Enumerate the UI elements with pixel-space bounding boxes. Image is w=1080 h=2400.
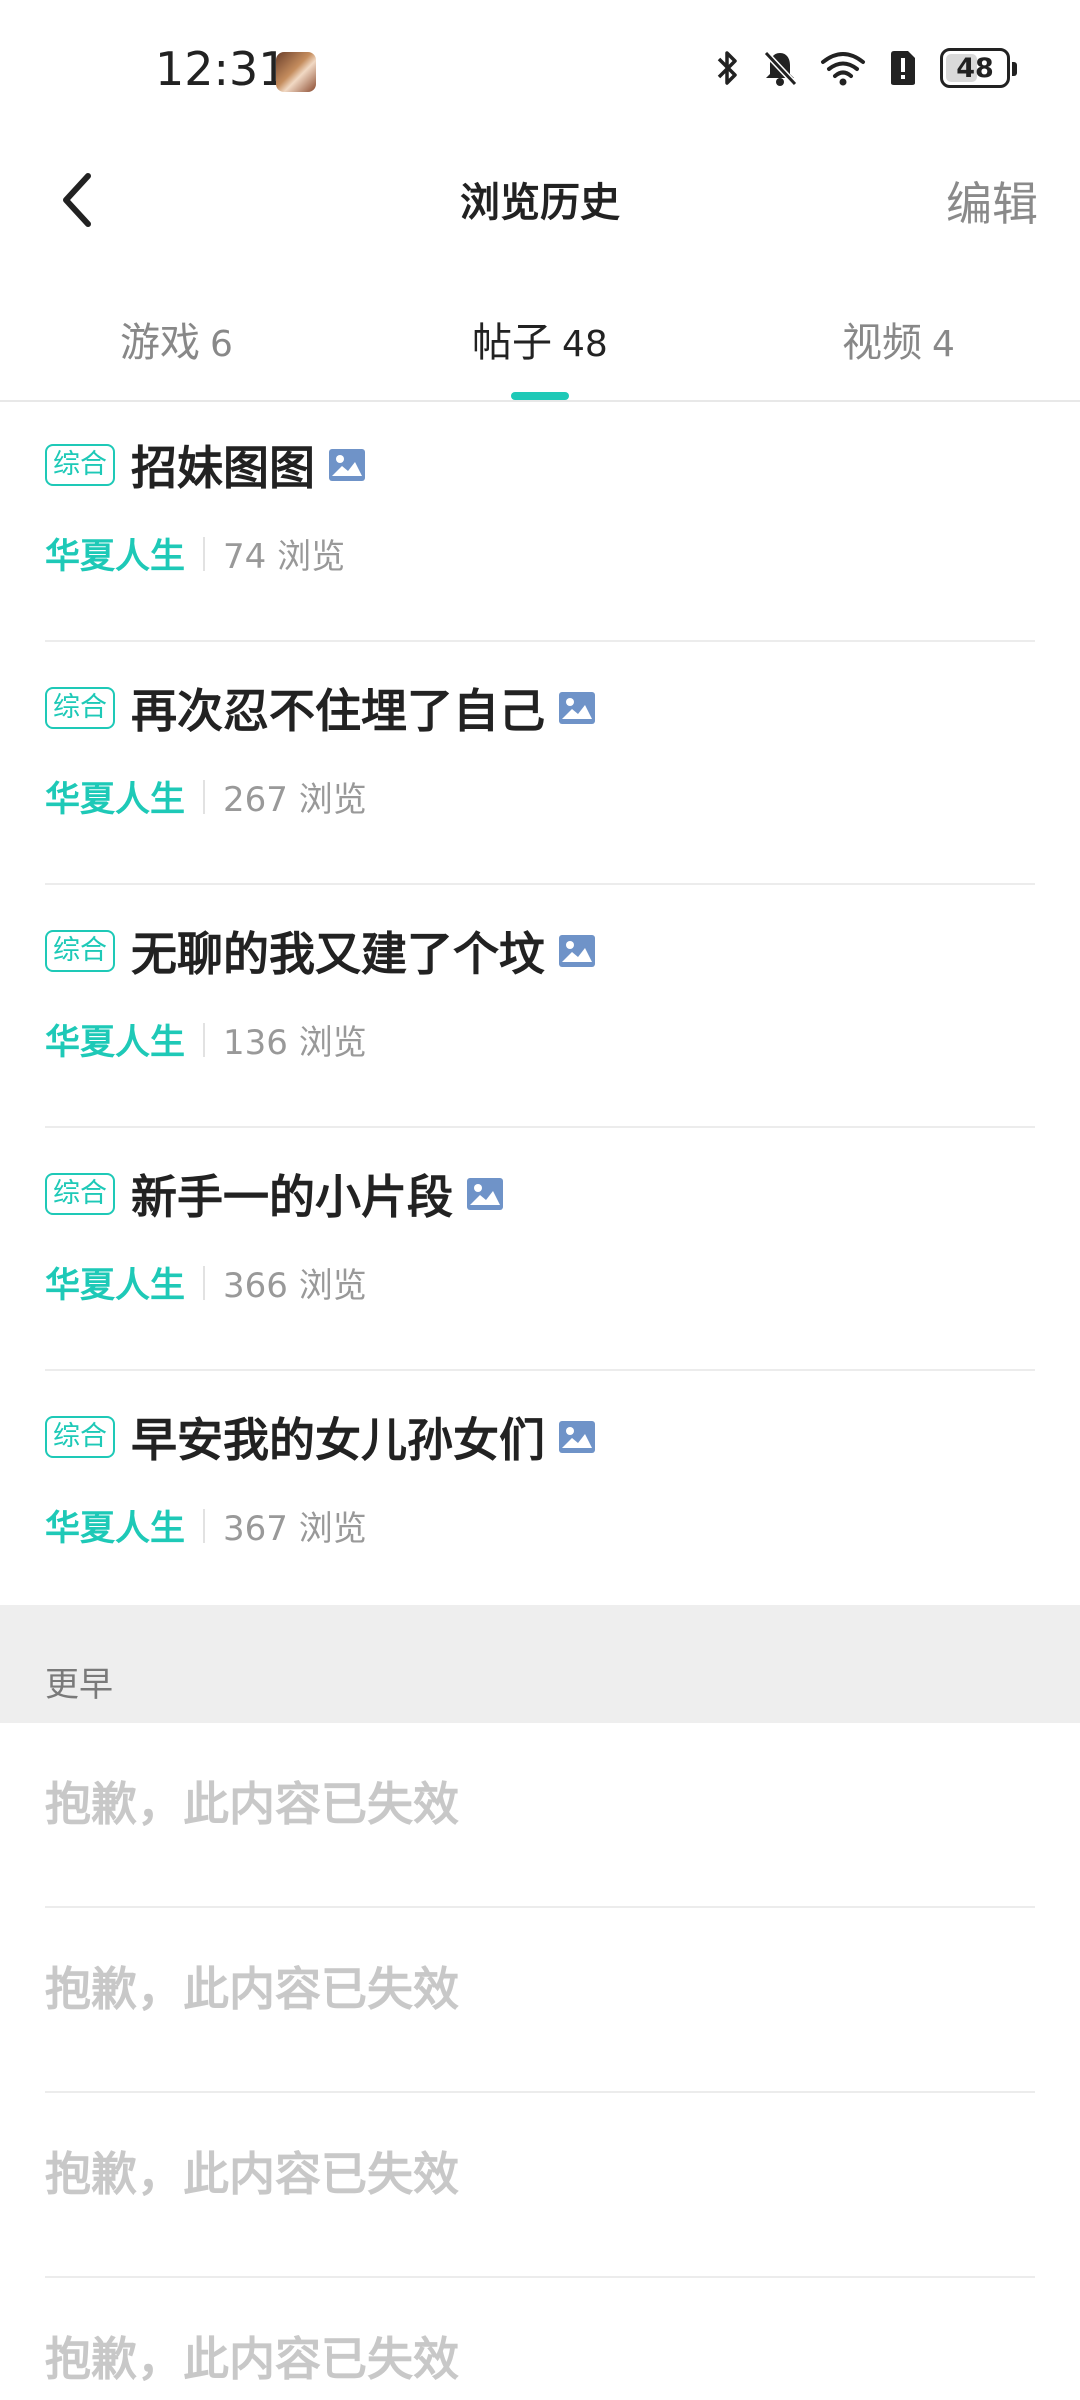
invalid-list-item[interactable]: 抱歉，此内容已失效 <box>45 1908 1035 2093</box>
tab-videos[interactable]: 视频 4 <box>842 310 955 368</box>
post-title: 新手一的小片段 <box>131 1170 453 1224</box>
image-icon <box>329 449 365 481</box>
post-title: 招妹图图 <box>131 441 315 495</box>
category-tag: 综合 <box>45 930 115 972</box>
image-icon <box>559 1421 595 1453</box>
section-header-earlier: 更早 <box>0 1605 1080 1723</box>
active-tab-indicator <box>511 392 569 400</box>
category-tag: 综合 <box>45 1173 115 1215</box>
list-item[interactable]: 综合 无聊的我又建了个坟 华夏人生 136 浏览 <box>45 886 1035 1128</box>
post-title: 再次忍不住埋了自己 <box>131 684 545 738</box>
tab-count: 48 <box>562 324 608 365</box>
invalid-content-text: 抱歉，此内容已失效 <box>45 2332 459 2386</box>
list-item[interactable]: 综合 再次忍不住埋了自己 华夏人生 267 浏览 <box>45 643 1035 885</box>
post-meta: 华夏人生 367 浏览 <box>45 1500 367 1551</box>
author-name[interactable]: 华夏人生 <box>45 1257 185 1308</box>
section-label: 更早 <box>45 1665 113 1705</box>
list-item[interactable]: 综合 招妹图图 华夏人生 74 浏览 <box>45 400 1035 642</box>
bell-off-icon <box>763 50 798 87</box>
browsing-history-screen: 12:31 48 浏览历史 编辑 游戏 6 帖子 48 视频 4 综合 招妹图图… <box>0 0 1080 2400</box>
post-title-row: 综合 招妹图图 <box>45 432 365 498</box>
status-icons: 48 <box>716 48 1017 88</box>
invalid-list-item[interactable]: 抱歉，此内容已失效 <box>45 1723 1035 1908</box>
history-tabs: 游戏 6 帖子 48 视频 4 <box>0 280 1080 402</box>
post-title: 早安我的女儿孙女们 <box>131 1413 545 1467</box>
status-time: 12:31 <box>155 42 288 96</box>
post-meta: 华夏人生 366 浏览 <box>45 1257 367 1308</box>
category-tag: 综合 <box>45 687 115 729</box>
divider <box>203 536 206 571</box>
divider <box>203 1022 206 1057</box>
invalid-content-text: 抱歉，此内容已失效 <box>45 2147 459 2201</box>
sim-alert-icon <box>891 51 915 85</box>
post-meta: 华夏人生 74 浏览 <box>45 528 345 579</box>
post-title-row: 综合 再次忍不住埋了自己 <box>45 675 595 741</box>
tab-games[interactable]: 游戏 6 <box>120 310 233 368</box>
divider <box>203 1265 206 1300</box>
view-count: 367 浏览 <box>223 1509 367 1549</box>
view-count: 267 浏览 <box>223 780 367 820</box>
post-title-row: 综合 新手一的小片段 <box>45 1161 503 1227</box>
author-name[interactable]: 华夏人生 <box>45 1014 185 1065</box>
divider <box>203 779 206 814</box>
list-item[interactable]: 综合 新手一的小片段 华夏人生 366 浏览 <box>45 1129 1035 1371</box>
tab-label: 游戏 <box>120 320 200 366</box>
author-name[interactable]: 华夏人生 <box>45 528 185 579</box>
tab-posts[interactable]: 帖子 48 <box>472 310 608 368</box>
tab-label: 视频 <box>842 320 922 366</box>
tab-label: 帖子 <box>472 320 552 366</box>
post-title-row: 综合 早安我的女儿孙女们 <box>45 1404 595 1470</box>
nav-bar: 浏览历史 编辑 <box>0 140 1080 255</box>
image-icon <box>559 692 595 724</box>
post-meta: 华夏人生 136 浏览 <box>45 1014 367 1065</box>
post-title: 无聊的我又建了个坟 <box>131 927 545 981</box>
category-tag: 综合 <box>45 1416 115 1458</box>
author-name[interactable]: 华夏人生 <box>45 771 185 822</box>
wifi-icon <box>821 52 865 86</box>
tab-count: 4 <box>932 324 955 365</box>
status-bar: 12:31 48 <box>0 0 1080 140</box>
page-title: 浏览历史 <box>460 180 620 226</box>
author-name[interactable]: 华夏人生 <box>45 1500 185 1551</box>
edit-button[interactable]: 编辑 <box>946 168 1038 234</box>
list-item[interactable]: 综合 早安我的女儿孙女们 华夏人生 367 浏览 <box>45 1372 1035 1614</box>
invalid-list-item[interactable]: 抱歉，此内容已失效 <box>45 2278 1035 2400</box>
category-tag: 综合 <box>45 444 115 486</box>
image-icon <box>559 935 595 967</box>
invalid-content-text: 抱歉，此内容已失效 <box>45 1777 459 1831</box>
app-notification-icon <box>276 52 316 92</box>
post-title-row: 综合 无聊的我又建了个坟 <box>45 918 595 984</box>
divider <box>203 1508 206 1543</box>
tab-count: 6 <box>210 324 233 365</box>
invalid-content-text: 抱歉，此内容已失效 <box>45 1962 459 2016</box>
battery-icon: 48 <box>940 48 1017 88</box>
view-count: 74 浏览 <box>223 537 346 577</box>
image-icon <box>467 1178 503 1210</box>
post-meta: 华夏人生 267 浏览 <box>45 771 367 822</box>
battery-level: 48 <box>956 52 994 84</box>
view-count: 136 浏览 <box>223 1023 367 1063</box>
bluetooth-icon <box>717 51 737 85</box>
view-count: 366 浏览 <box>223 1266 367 1306</box>
invalid-list-item[interactable]: 抱歉，此内容已失效 <box>45 2093 1035 2278</box>
